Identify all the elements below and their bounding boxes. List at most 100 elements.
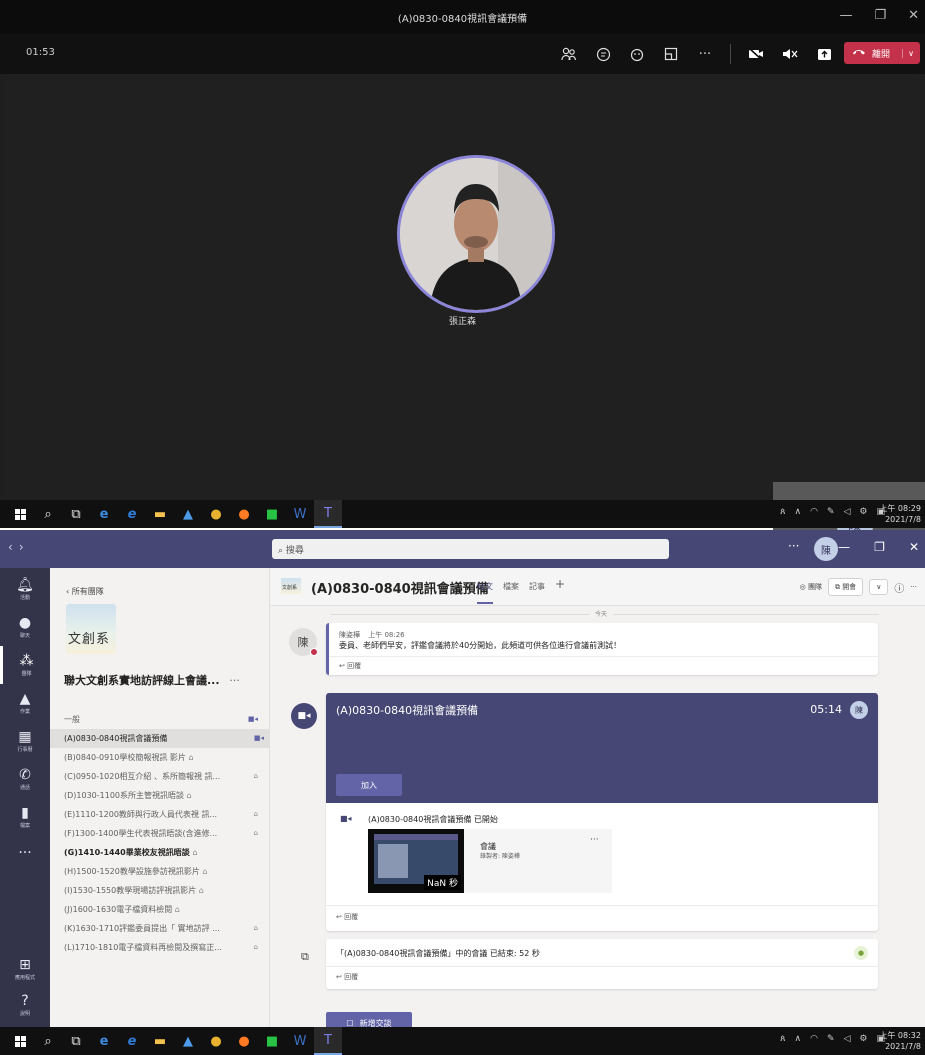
file-explorer-icon[interactable]: ▬ (146, 1027, 174, 1055)
channel-more-icon[interactable]: ··· (910, 583, 917, 591)
pen-icon[interactable]: ✎ (827, 1034, 835, 1044)
store-icon[interactable]: ▲ (174, 500, 202, 528)
author-avatar[interactable]: 陳 (289, 628, 318, 656)
network-icon[interactable]: ◠ (810, 1034, 818, 1044)
tray-arrow-icon[interactable]: ∧ (794, 507, 801, 517)
mic-muted-icon[interactable] (781, 45, 799, 63)
team-button[interactable]: ◎ 團隊 (800, 582, 822, 592)
close-icon[interactable]: ✕ (909, 540, 919, 554)
word-icon[interactable]: W (286, 1027, 314, 1055)
settings-icon[interactable]: ⚙ (859, 507, 867, 517)
channel-item[interactable]: (D)1030-1100系所主管視訊晤談 ⌂ (64, 786, 264, 805)
rail-item-calendar[interactable]: ▦ 行事曆 (0, 722, 50, 760)
rail-item-calls[interactable]: ✆ 通話 (0, 760, 50, 798)
recording-thumbnail[interactable]: NaN 秒 (368, 829, 464, 893)
volume-icon[interactable]: ◁ (843, 507, 850, 517)
word-icon[interactable]: W (286, 500, 314, 528)
rail-more-apps[interactable]: ··· (0, 834, 50, 872)
channel-info-icon[interactable]: ⓘ (894, 580, 904, 595)
channel-item-unread[interactable]: (G)1410-1440畢業校友視訊晤談 ⌂ (64, 843, 264, 862)
more-actions-icon[interactable]: ··· (696, 45, 714, 63)
channel-item[interactable]: 一般 ■◂ (64, 710, 264, 729)
meeting-participant-avatar[interactable]: 陳 (850, 701, 868, 719)
firefox-icon[interactable]: ● (230, 1027, 258, 1055)
profile-avatar[interactable]: 陳 (814, 537, 838, 561)
channel-item[interactable]: (K)1630-1710評鑑委員提出「 實地訪評 ... ⌂ (64, 919, 264, 938)
settings-icon[interactable]: ⚙ (859, 1034, 867, 1044)
teams-taskbar-icon[interactable]: T (314, 1027, 342, 1055)
chat-icon[interactable] (594, 45, 612, 63)
reply-button[interactable]: ↩ 回覆 (339, 661, 361, 671)
rail-item-teams[interactable]: ⁂ 團隊 (0, 646, 50, 684)
more-options-icon[interactable]: ··· (788, 539, 799, 553)
maximize-icon[interactable]: ❐ (874, 8, 886, 23)
rail-item-help[interactable]: ? 說明 (0, 986, 50, 1024)
forward-arrow-icon[interactable]: › (19, 540, 30, 554)
rail-item-activity[interactable]: 🔔︎ 活動 (0, 570, 50, 608)
tab-posts[interactable]: 貼文 (477, 581, 493, 604)
reaction-badge-icon[interactable]: ● (854, 946, 868, 960)
leave-button[interactable]: 離開 ∨ (844, 42, 920, 64)
channel-item[interactable]: (E)1110-1200教師與行政人員代表視 訊... ⌂ (64, 805, 264, 824)
recording-more-icon[interactable]: ··· (590, 835, 599, 845)
line-icon[interactable]: ■ (258, 500, 286, 528)
taskbar-clock[interactable]: 上午 08:32 2021/7/8 (879, 1030, 921, 1052)
edge-icon[interactable]: e (90, 1027, 118, 1055)
participants-icon[interactable] (560, 45, 578, 63)
volume-icon[interactable]: ◁ (843, 1034, 850, 1044)
chrome-icon[interactable]: ● (202, 1027, 230, 1055)
maximize-icon[interactable]: ❐ (874, 540, 885, 554)
firefox-icon[interactable]: ● (230, 500, 258, 528)
channel-item[interactable]: (L)1710-1810電子檔資料再檢閱及撰寫正... ⌂ (64, 938, 264, 957)
team-name[interactable]: 聯大文創系實地訪評線上會議... ··· (64, 672, 264, 688)
windows-start-icon[interactable] (6, 500, 34, 528)
search-icon[interactable]: ⌕ (34, 500, 62, 528)
search-input[interactable]: ⌕ 搜尋 (272, 539, 669, 559)
channel-item[interactable]: (H)1500-1520教學設施參訪視訊影片 ⌂ (64, 862, 264, 881)
reply-button[interactable]: ↩ 回覆 (336, 912, 358, 922)
channel-item[interactable]: (B)0840-0910學校簡報視訊 影片 ⌂ (64, 748, 264, 767)
meet-button[interactable]: ⧉ 開會 (827, 578, 864, 596)
task-view-icon[interactable]: ⧉ (62, 500, 90, 528)
minimize-icon[interactable]: — (839, 8, 852, 23)
channel-item[interactable]: (I)1530-1550教學現場訪評視訊影片 ⌂ (64, 881, 264, 900)
chevron-down-icon[interactable]: ∨ (902, 48, 914, 58)
camera-off-icon[interactable] (747, 45, 765, 63)
people-icon[interactable]: ጰ (780, 1034, 785, 1044)
share-screen-icon[interactable] (815, 45, 833, 63)
team-more-icon[interactable]: ··· (229, 674, 240, 687)
task-view-icon[interactable]: ⧉ (62, 1027, 90, 1055)
rooms-icon[interactable] (662, 45, 680, 63)
recording-attachment[interactable]: NaN 秒 會議 錄製者: 陳姿樺 ··· (368, 829, 612, 893)
windows-start-icon[interactable] (6, 1027, 34, 1055)
back-arrow-icon[interactable]: ‹ (8, 540, 19, 554)
rail-item-files[interactable]: ▮ 檔案 (0, 798, 50, 836)
channel-item[interactable]: (C)0950-1020相互介紹 、系所簡報視 訊... ⌂ (64, 767, 264, 786)
rail-item-apps[interactable]: ⊞ 應用程式 (0, 950, 50, 988)
taskbar-clock[interactable]: 上午 08:29 2021/7/8 (879, 503, 921, 525)
people-icon[interactable]: ጰ (780, 507, 785, 517)
tab-notes[interactable]: 記事 (529, 581, 545, 604)
rail-item-assignments[interactable]: ▲ 作業 (0, 684, 50, 722)
join-meeting-button[interactable]: 加入 (336, 774, 402, 796)
add-tab-button[interactable]: + (555, 577, 565, 604)
close-icon[interactable]: ✕ (908, 8, 919, 23)
line-icon[interactable]: ■ (258, 1027, 286, 1055)
ie-icon[interactable]: e (118, 1027, 146, 1055)
channel-item[interactable]: (J)1600-1630電子檔資料檢閱 ⌂ (64, 900, 264, 919)
channel-item-selected[interactable]: (A)0830-0840視訊會議預備 ■◂ (50, 729, 270, 748)
tray-arrow-icon[interactable]: ∧ (794, 1034, 801, 1044)
meet-dropdown-icon[interactable]: ∨ (869, 579, 889, 595)
edge-icon[interactable]: e (90, 500, 118, 528)
all-teams-link[interactable]: ‹ 所有團隊 (66, 586, 104, 597)
file-explorer-icon[interactable]: ▬ (146, 500, 174, 528)
rail-item-chat[interactable]: ● 聊天 (0, 608, 50, 646)
ie-icon[interactable]: e (118, 500, 146, 528)
channel-item[interactable]: (F)1300-1400學生代表視訊晤談(含進修... ⌂ (64, 824, 264, 843)
store-icon[interactable]: ▲ (174, 1027, 202, 1055)
network-icon[interactable]: ◠ (810, 507, 818, 517)
reply-button[interactable]: ↩ 回覆 (336, 972, 358, 982)
search-icon[interactable]: ⌕ (34, 1027, 62, 1055)
chrome-icon[interactable]: ● (202, 500, 230, 528)
pen-icon[interactable]: ✎ (827, 507, 835, 517)
